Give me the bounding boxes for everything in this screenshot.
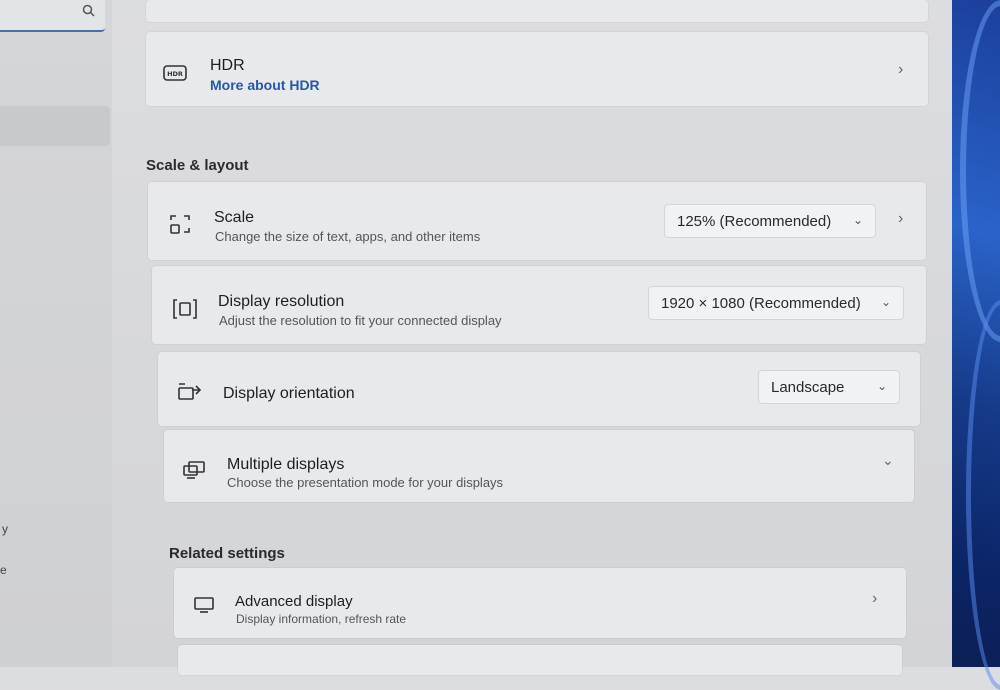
chevron-right-icon: › bbox=[872, 590, 878, 607]
chevron-down-icon: ⌄ bbox=[880, 295, 891, 309]
monitor-icon bbox=[192, 596, 216, 619]
desktop-wallpaper-edge bbox=[952, 0, 1000, 690]
scale-card[interactable]: Scale Change the size of text, apps, and… bbox=[148, 182, 926, 260]
chevron-right-icon: › bbox=[898, 210, 904, 227]
nav-selected-item[interactable] bbox=[0, 106, 110, 146]
scale-title: Scale bbox=[214, 209, 255, 226]
nav-text-fragment: e bbox=[0, 563, 7, 577]
display-resolution-subtitle: Adjust the resolution to fit your connec… bbox=[219, 313, 502, 328]
chevron-down-icon: ⌄ bbox=[876, 379, 887, 393]
hdr-icon-label: HDR bbox=[167, 70, 183, 78]
hdr-icon: HDR bbox=[163, 65, 187, 86]
scale-dropdown-value: 125% (Recommended) bbox=[677, 212, 832, 230]
nav-text-fragment: y bbox=[2, 522, 8, 536]
scale-subtitle: Change the size of text, apps, and other… bbox=[215, 229, 481, 244]
settings-card-partial bbox=[178, 645, 902, 675]
settings-card-partial bbox=[146, 0, 928, 22]
navigation-pane: y e bbox=[0, 0, 112, 667]
display-orientation-dropdown[interactable]: Landscape ⌄ bbox=[758, 370, 900, 404]
scale-icon bbox=[168, 212, 192, 241]
advanced-display-card[interactable]: Advanced display Display information, re… bbox=[174, 568, 906, 638]
display-orientation-card[interactable]: Display orientation Landscape ⌄ bbox=[158, 352, 920, 426]
hdr-card[interactable]: HDR HDR More about HDR › bbox=[146, 32, 928, 106]
display-resolution-value: 1920 × 1080 (Recommended) bbox=[661, 294, 861, 312]
orientation-icon bbox=[177, 380, 203, 407]
settings-content: HDR HDR More about HDR › Scale & layout … bbox=[112, 0, 952, 675]
resolution-icon bbox=[172, 298, 198, 325]
multiple-displays-subtitle: Choose the presentation mode for your di… bbox=[227, 475, 504, 490]
more-about-hdr-link[interactable]: More about HDR bbox=[210, 77, 320, 93]
display-orientation-title: Display orientation bbox=[223, 385, 355, 402]
hdr-title: HDR bbox=[210, 57, 245, 74]
multiple-displays-card[interactable]: Multiple displays Choose the presentatio… bbox=[164, 430, 914, 502]
display-resolution-card[interactable]: Display resolution Adjust the resolution… bbox=[152, 266, 926, 344]
display-resolution-dropdown[interactable]: 1920 × 1080 (Recommended) ⌄ bbox=[648, 286, 904, 320]
multiple-displays-icon bbox=[182, 460, 206, 485]
chevron-down-icon[interactable]: ⌄ bbox=[882, 452, 894, 469]
search-icon[interactable] bbox=[82, 4, 95, 20]
advanced-display-subtitle: Display information, refresh rate bbox=[236, 612, 407, 626]
multiple-displays-title: Multiple displays bbox=[227, 456, 345, 473]
scale-dropdown[interactable]: 125% (Recommended) ⌄ bbox=[664, 204, 876, 238]
search-box[interactable] bbox=[0, 0, 105, 32]
section-title-scale-layout: Scale & layout bbox=[146, 157, 249, 174]
display-orientation-value: Landscape bbox=[771, 378, 845, 396]
section-title-related-settings: Related settings bbox=[169, 545, 285, 562]
chevron-right-icon: › bbox=[898, 61, 904, 78]
advanced-display-title: Advanced display bbox=[235, 593, 353, 610]
chevron-down-icon: ⌄ bbox=[852, 213, 863, 227]
display-resolution-title: Display resolution bbox=[218, 293, 345, 310]
